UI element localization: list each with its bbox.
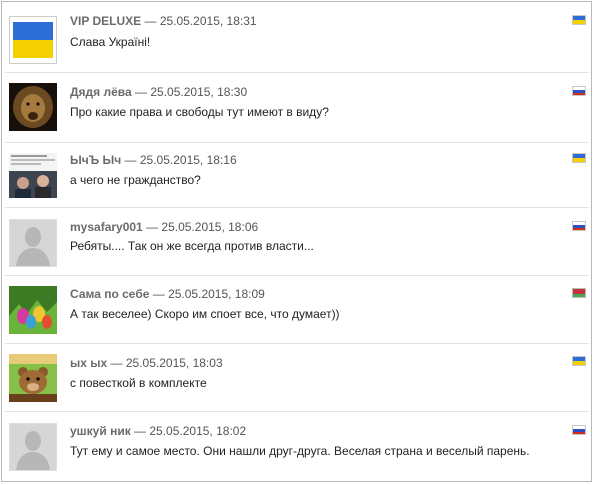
comment-meta: Дядя лёва — 25.05.2015, 18:30 xyxy=(70,85,248,99)
comment-datetime: 25.05.2015, 18:06 xyxy=(161,220,259,234)
avatar[interactable] xyxy=(9,354,57,402)
avatar[interactable] xyxy=(9,153,57,198)
ua-flag-icon xyxy=(572,356,586,366)
comment-item: Дядя лёва — 25.05.2015, 18:30 Про какие … xyxy=(4,73,590,142)
comment-datetime: 25.05.2015, 18:02 xyxy=(149,424,247,438)
news-photo-icon xyxy=(9,153,57,198)
avatar[interactable] xyxy=(9,423,57,471)
avatar[interactable] xyxy=(9,16,57,64)
comment-datetime: 25.05.2015, 18:03 xyxy=(125,356,223,370)
comment-text: Про какие права и свободы тут имеют в ви… xyxy=(70,105,329,119)
default-user-icon xyxy=(10,424,56,470)
comment-datetime: 25.05.2015, 18:30 xyxy=(150,85,248,99)
lion-icon xyxy=(9,83,57,131)
comment-meta: ых ых — 25.05.2015, 18:03 xyxy=(70,356,223,370)
bear-icon xyxy=(9,354,57,402)
easter-eggs-icon xyxy=(9,286,57,334)
ua-flag-avatar-icon xyxy=(13,22,53,58)
comment-text: Слава Україні! xyxy=(70,35,151,49)
by-flag-icon xyxy=(572,288,586,298)
comment-text: Тут ему и самое место. Они нашли друг-др… xyxy=(70,444,530,458)
comment-item: ых ых — 25.05.2015, 18:03 с повесткой в … xyxy=(4,344,590,411)
comment-meta: Сама по себе — 25.05.2015, 18:09 xyxy=(70,287,265,301)
author-name[interactable]: VIP DELUXE xyxy=(70,14,141,28)
comment-datetime: 25.05.2015, 18:09 xyxy=(168,287,265,301)
ru-flag-icon xyxy=(572,425,586,435)
comment-text: с повесткой в комплекте xyxy=(70,376,207,390)
author-name[interactable]: Сама по себе xyxy=(70,287,149,301)
avatar[interactable] xyxy=(9,219,57,267)
author-name[interactable]: mysafary001 xyxy=(70,220,143,234)
comment-meta: ЫчЪ Ыч — 25.05.2015, 18:16 xyxy=(70,153,237,167)
author-name[interactable]: ушкуй ник xyxy=(70,424,131,438)
author-name[interactable]: ых ых xyxy=(70,356,107,370)
author-name[interactable]: Дядя лёва xyxy=(70,85,132,99)
ua-flag-icon xyxy=(572,153,586,163)
author-name[interactable]: ЫчЪ Ыч xyxy=(70,153,121,167)
comment-item: ЫчЪ Ыч — 25.05.2015, 18:16 а чего не гра… xyxy=(4,143,590,207)
comment-meta: ушкуй ник — 25.05.2015, 18:02 xyxy=(70,424,247,438)
comment-item: mysafary001 — 25.05.2015, 18:06 Ребяты..… xyxy=(4,208,590,275)
comment-text: а чего не гражданство? xyxy=(70,173,201,187)
comment-text: А так веселее) Скоро им споет все, что д… xyxy=(70,307,340,321)
comment-item: ушкуй ник — 25.05.2015, 18:02 Тут ему и … xyxy=(4,412,590,481)
avatar[interactable] xyxy=(9,83,57,131)
comment-text: Ребяты.... Так он же всегда против власт… xyxy=(70,239,314,253)
comments-panel: VIP DELUXE — 25.05.2015, 18:31 Слава Укр… xyxy=(1,1,592,482)
comment-item: VIP DELUXE — 25.05.2015, 18:31 Слава Укр… xyxy=(4,2,590,72)
ru-flag-icon xyxy=(572,221,586,231)
comment-item: Сама по себе — 25.05.2015, 18:09 А так в… xyxy=(4,276,590,343)
comment-meta: mysafary001 — 25.05.2015, 18:06 xyxy=(70,220,259,234)
default-user-icon xyxy=(10,220,56,266)
avatar[interactable] xyxy=(9,286,57,334)
comment-meta: VIP DELUXE — 25.05.2015, 18:31 xyxy=(70,14,257,28)
comment-datetime: 25.05.2015, 18:31 xyxy=(159,14,257,28)
ru-flag-icon xyxy=(572,86,586,96)
comment-datetime: 25.05.2015, 18:16 xyxy=(139,153,237,167)
ua-flag-icon xyxy=(572,15,586,25)
